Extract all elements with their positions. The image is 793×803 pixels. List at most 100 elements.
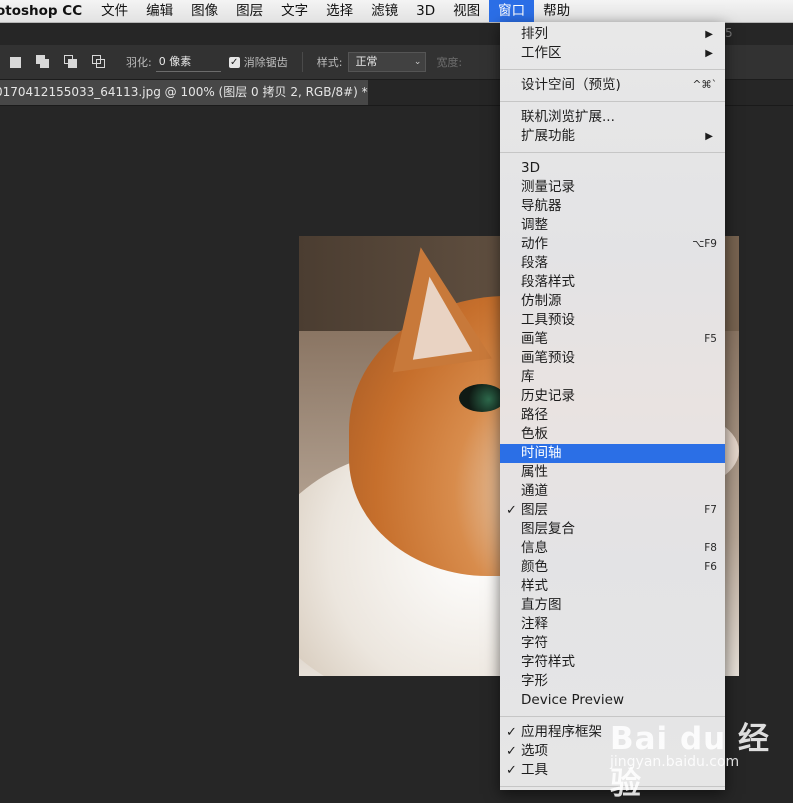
window-menu-item-label: 动作 (521, 236, 548, 252)
window-menu-item[interactable]: 设计空间（预览) ^⌘` (500, 76, 725, 95)
window-menu-item-label: 工作区 (521, 45, 562, 61)
app-name-menu[interactable]: otoshop CC (0, 3, 92, 19)
menu-edit[interactable]: 编辑 (137, 0, 182, 22)
window-menu-item[interactable]: 历史记录 (500, 387, 725, 406)
menu-divider (500, 716, 725, 717)
window-menu-item[interactable]: 色板 (500, 425, 725, 444)
checkmark-icon: ✓ (506, 503, 517, 518)
window-menu-item-label: 字形 (521, 673, 548, 689)
window-menu-item-label: 时间轴 (521, 445, 562, 461)
window-menu-item[interactable]: 信息 F8 (500, 539, 725, 558)
window-menu-item[interactable]: ✓ 工具 (500, 761, 725, 780)
width-label: 宽度: (436, 56, 463, 69)
window-menu-item[interactable]: 直方图 (500, 596, 725, 615)
menu-select[interactable]: 选择 (317, 0, 362, 22)
checkmark-icon: ✓ (506, 763, 517, 778)
menu-3d[interactable]: 3D (407, 0, 444, 22)
window-menu-item[interactable]: ✓ 应用程序框架 (500, 723, 725, 742)
window-menu-item[interactable]: Device Preview (500, 691, 725, 710)
window-menu-item[interactable]: ✓ 图层 F7 (500, 501, 725, 520)
ghost-text: 5 (725, 26, 733, 40)
menu-view[interactable]: 视图 (444, 0, 489, 22)
window-menu-item[interactable]: 测量记录 (500, 178, 725, 197)
window-menu-item-label: 联机浏览扩展... (521, 109, 615, 125)
window-menu-item[interactable]: 字符样式 (500, 653, 725, 672)
window-menu-item-label: 画笔预设 (521, 350, 575, 366)
submenu-arrow-icon: ▶ (705, 29, 713, 40)
new-selection-icon[interactable] (8, 55, 22, 69)
menu-filter[interactable]: 滤镜 (362, 0, 407, 22)
menu-type[interactable]: 文字 (272, 0, 317, 22)
window-menu-item[interactable]: 联机浏览扩展... (500, 108, 725, 127)
window-menu-item-shortcut: F6 (704, 561, 717, 573)
window-menu-item[interactable]: 通道 (500, 482, 725, 501)
antialias-checkbox[interactable]: ✓ (228, 56, 240, 68)
window-menu-item[interactable]: ✓ 选项 (500, 742, 725, 761)
menu-layer[interactable]: 图层 (227, 0, 272, 22)
submenu-arrow-icon: ▶ (705, 48, 713, 59)
menu-image[interactable]: 图像 (182, 0, 227, 22)
window-menu-item[interactable]: 图层复合 (500, 520, 725, 539)
window-menu-item-label: 图层 (521, 502, 548, 518)
style-select[interactable]: 正常 ⌄ (348, 52, 427, 72)
window-menu-item[interactable]: 排列 ▶ (500, 25, 725, 44)
window-menu-item[interactable]: 工作区 ▶ (500, 44, 725, 63)
window-menu-item-label: 图层复合 (521, 521, 575, 537)
window-menu-item[interactable]: 字符 (500, 634, 725, 653)
menu-divider (500, 101, 725, 102)
window-menu-item[interactable]: 动作 ⌥F9 (500, 235, 725, 254)
window-menu-item[interactable]: 时间轴 (500, 444, 725, 463)
window-menu-item-label: 字符 (521, 635, 548, 651)
feather-label: 羽化: (126, 56, 152, 69)
menu-divider (500, 152, 725, 153)
window-menu-item-label: 测量记录 (521, 179, 575, 195)
chevron-down-icon: ⌄ (413, 57, 422, 67)
window-menu-item[interactable]: 段落 (500, 254, 725, 273)
window-menu-item[interactable]: 工具预设 (500, 311, 725, 330)
window-menu-item-label: 导航器 (521, 198, 562, 214)
window-menu-item[interactable]: 段落样式 (500, 273, 725, 292)
window-menu-item-label: 画笔 (521, 331, 548, 347)
window-menu-item-label: 历史记录 (521, 388, 575, 404)
window-menu-dropdown: 排列 ▶ 工作区 ▶ 设计空间（预览) ^⌘` 联机浏览扩展... 扩展功能 ▶ 3D 测量记录导航… (500, 22, 725, 790)
menu-divider (500, 786, 725, 787)
intersect-selection-icon[interactable] (92, 55, 106, 69)
window-menu-item[interactable]: 颜色 F6 (500, 558, 725, 577)
window-menu-item[interactable]: 画笔 F5 (500, 330, 725, 349)
window-menu-item[interactable]: 属性 (500, 463, 725, 482)
submenu-arrow-icon: ▶ (705, 131, 713, 142)
window-menu-item[interactable]: 仿制源 (500, 292, 725, 311)
window-menu-item-label: 工具 (521, 762, 548, 778)
options-divider (301, 52, 303, 72)
window-menu-item-label: 段落 (521, 255, 548, 271)
window-menu-item[interactable]: 路径 (500, 406, 725, 425)
window-menu-item[interactable]: 字形 (500, 672, 725, 691)
window-menu-item[interactable]: 画笔预设 (500, 349, 725, 368)
window-menu-item[interactable]: 库 (500, 368, 725, 387)
window-menu-item-label: 排列 (521, 26, 548, 42)
window-menu-item[interactable]: 导航器 (500, 197, 725, 216)
feather-input[interactable]: 0 像素 (155, 53, 221, 72)
add-selection-icon[interactable] (36, 55, 50, 69)
window-menu-item-label: 色板 (521, 426, 548, 442)
menu-file[interactable]: 文件 (92, 0, 137, 22)
style-select-value: 正常 (355, 55, 378, 68)
window-menu-item-label: 通道 (521, 483, 548, 499)
window-menu-item-label: 仿制源 (521, 293, 562, 309)
window-menu-item-label: 段落样式 (521, 274, 575, 290)
subtract-selection-icon[interactable] (64, 55, 78, 69)
window-menu-item-shortcut: ^⌘` (692, 79, 717, 91)
window-menu-item-label: 路径 (521, 407, 548, 423)
menu-help[interactable]: 帮助 (534, 0, 579, 22)
window-menu-item-shortcut: F5 (704, 333, 717, 345)
window-menu-item[interactable]: 3D (500, 159, 725, 178)
window-menu-item[interactable]: 样式 (500, 577, 725, 596)
document-tab[interactable]: 0170412155033_64113.jpg @ 100% (图层 0 拷贝 … (0, 80, 368, 105)
menu-window[interactable]: 窗口 (489, 0, 535, 22)
window-menu-item[interactable]: 注释 (500, 615, 725, 634)
document-tab-title: 0170412155033_64113.jpg @ 100% (图层 0 拷贝 … (0, 85, 368, 99)
window-menu-item-label: 扩展功能 (521, 128, 575, 144)
window-menu-item[interactable]: 调整 (500, 216, 725, 235)
checkmark-icon: ✓ (506, 725, 517, 740)
window-menu-item[interactable]: 扩展功能 ▶ (500, 127, 725, 146)
